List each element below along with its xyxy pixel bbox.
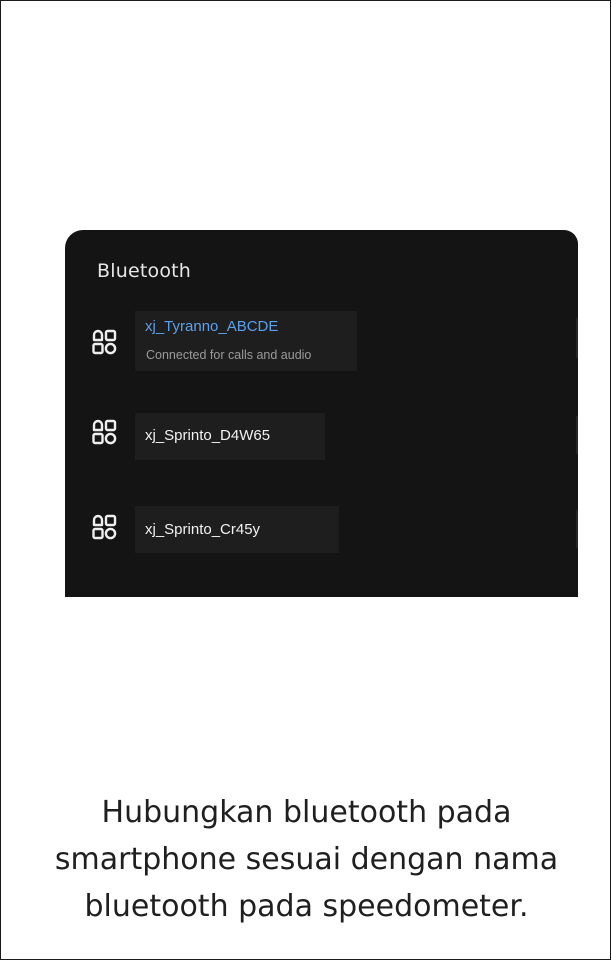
device-row-sprinto-cr45y[interactable]: xj_Sprinto_Cr45y: [65, 504, 578, 554]
device-row-sprinto-d4w65[interactable]: xj_Sprinto_D4W65: [65, 410, 578, 460]
device-grid-icon: [92, 419, 117, 445]
page-frame: Bluetooth xj_Tyranno_ABCDE Connected for…: [0, 0, 611, 960]
row-divider: [576, 318, 578, 358]
bluetooth-screenshot: Bluetooth xj_Tyranno_ABCDE Connected for…: [65, 230, 578, 597]
caption-line: smartphone sesuai dengan nama: [54, 842, 559, 877]
device-grid-icon: [92, 329, 117, 355]
device-name: xj_Sprinto_D4W65: [145, 427, 271, 444]
device-name: xj_Sprinto_Cr45y: [145, 521, 261, 538]
row-divider: [576, 416, 578, 454]
bluetooth-title: Bluetooth: [97, 260, 192, 282]
device-row-tyranno[interactable]: xj_Tyranno_ABCDE Connected for calls and…: [65, 308, 578, 372]
device-status: Connected for calls and audio: [146, 348, 312, 362]
instruction-caption: Hubungkan bluetooth pada smartphone sesu…: [1, 789, 611, 930]
device-grid-icon: [92, 514, 117, 540]
device-name: xj_Tyranno_ABCDE: [145, 318, 279, 335]
caption-line: Hubungkan bluetooth pada: [101, 795, 512, 830]
device-name-box: xj_Sprinto_D4W65: [135, 413, 325, 460]
device-name-box: xj_Sprinto_Cr45y: [135, 506, 339, 553]
row-divider: [576, 510, 578, 548]
device-name-box: xj_Tyranno_ABCDE Connected for calls and…: [135, 311, 357, 371]
caption-line: bluetooth pada speedometer.: [84, 889, 529, 924]
